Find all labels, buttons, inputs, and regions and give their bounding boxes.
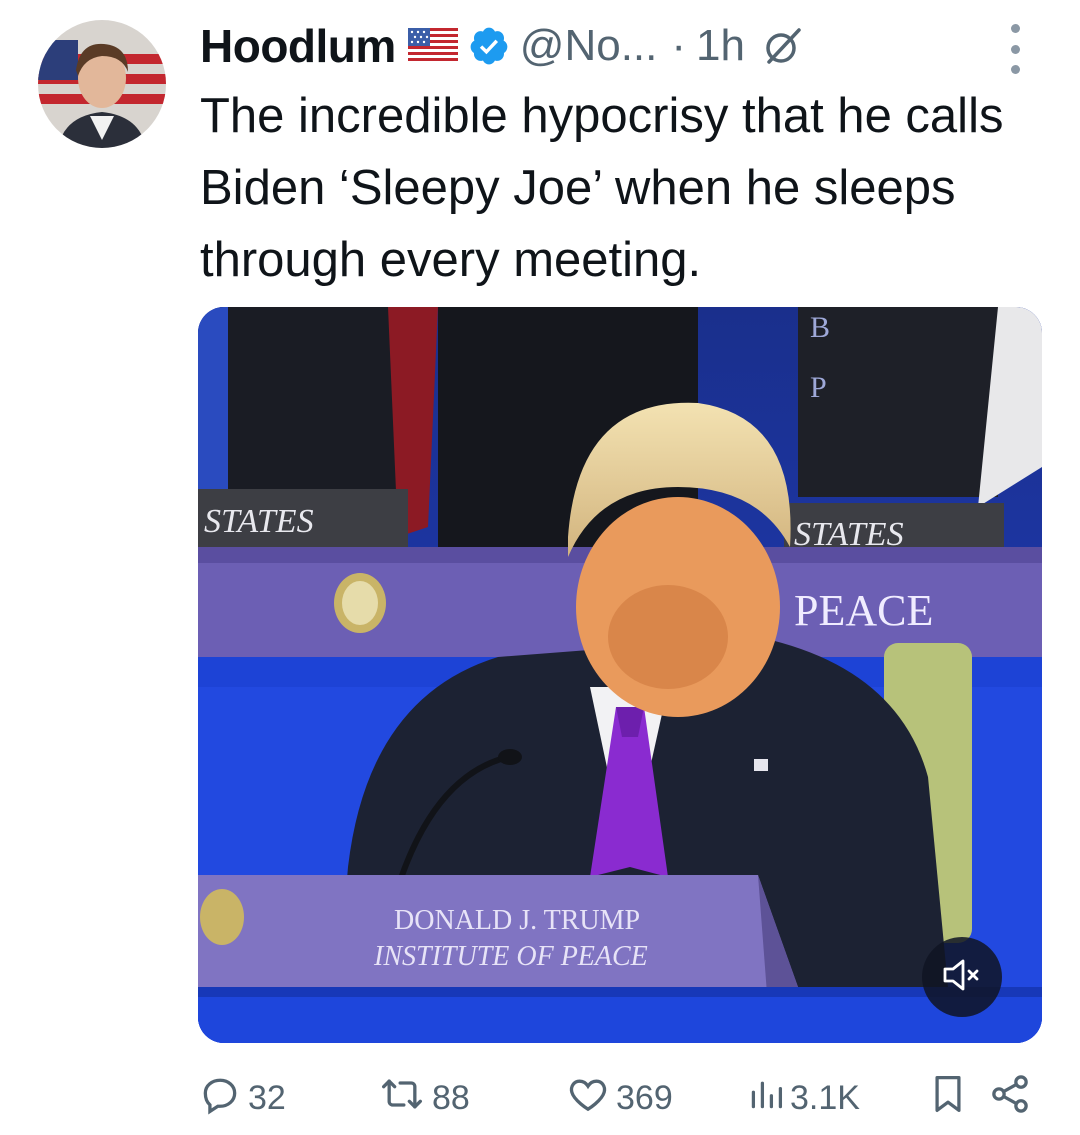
tweet-header: Hoodlum @No... · 1h xyxy=(200,14,803,78)
verified-badge-icon xyxy=(468,25,510,67)
sign-left-text: STATES xyxy=(204,503,314,540)
separator-dot: · xyxy=(671,21,687,70)
nameplate-line1: DONALD J. TRUMP xyxy=(394,905,640,936)
reply-icon xyxy=(198,1072,248,1125)
banner-top-text: B xyxy=(810,311,830,344)
like-count: 369 xyxy=(616,1078,673,1117)
author-name[interactable]: Hoodlum xyxy=(200,19,396,73)
reply-button[interactable]: 32 xyxy=(198,1070,286,1126)
repost-icon xyxy=(378,1072,432,1125)
heart-icon xyxy=(566,1072,616,1125)
author-handle[interactable]: @No... xyxy=(520,21,658,71)
bookmark-icon xyxy=(928,1072,974,1125)
views-button[interactable]: 3.1K xyxy=(748,1070,860,1126)
grok-icon[interactable] xyxy=(763,26,803,66)
repost-button[interactable]: 88 xyxy=(378,1070,470,1126)
repost-count: 88 xyxy=(432,1078,470,1117)
share-button[interactable] xyxy=(988,1070,1038,1126)
views-count: 3.1K xyxy=(790,1078,860,1117)
video-frame: STATES STATES PEACE B P DONALD J. TRUMP … xyxy=(198,307,1042,1043)
share-icon xyxy=(988,1072,1038,1125)
tweet-video[interactable]: STATES STATES PEACE B P DONALD J. TRUMP … xyxy=(198,307,1042,1043)
more-dots-icon[interactable] xyxy=(1002,24,1028,74)
banner-right-text: PEACE xyxy=(794,586,933,635)
nameplate-line2: INSTITUTE OF PEACE xyxy=(373,941,648,972)
reply-count: 32 xyxy=(248,1078,286,1117)
mute-button[interactable] xyxy=(922,937,1002,1017)
us-flag-icon xyxy=(407,28,458,64)
bookmark-button[interactable] xyxy=(928,1070,974,1126)
muted-speaker-icon xyxy=(942,957,982,998)
like-button[interactable]: 369 xyxy=(566,1070,673,1126)
views-icon xyxy=(748,1072,790,1125)
tweet-time[interactable]: 1h xyxy=(696,21,745,71)
author-avatar[interactable] xyxy=(38,20,166,148)
banner-top-text-2: P xyxy=(810,371,827,404)
tweet-text: The incredible hypocrisy that he calls B… xyxy=(200,89,1004,287)
tweet-actions: 32 88 369 3.1K xyxy=(198,1070,1042,1126)
